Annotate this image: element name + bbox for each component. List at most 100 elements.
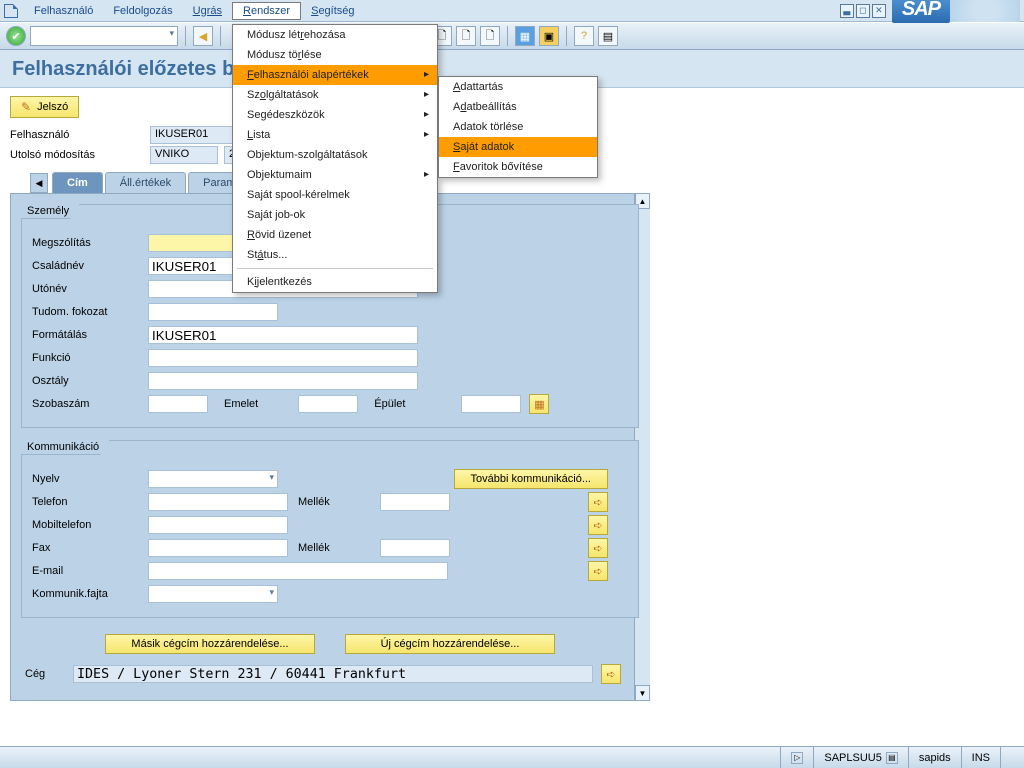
email-input[interactable]	[148, 562, 448, 580]
menu-logoff[interactable]: Kijelentkezés	[233, 272, 437, 292]
phone-ext-input[interactable]	[380, 493, 450, 511]
tb-overview-icon[interactable]: ▦	[515, 26, 535, 46]
group-person-title: Személy	[21, 204, 80, 219]
menu-user-defaults[interactable]: Felhasználói alapértékek	[233, 65, 437, 85]
password-button[interactable]: ✎ Jelszó	[10, 96, 79, 118]
tb-settings-icon[interactable]: ▤	[598, 26, 618, 46]
fax-next-button[interactable]: ➪	[588, 538, 608, 558]
menubar: Felhasználó Feldolgozás Ugrás Rendszer S…	[0, 0, 1024, 22]
function-label: Funkció	[32, 352, 148, 364]
menu-delete-session[interactable]: Módusz törlése	[233, 45, 437, 65]
fax-ext-label: Mellék	[298, 542, 330, 554]
menu-rendszer[interactable]: Rendszer	[232, 2, 301, 20]
room-label: Szobaszám	[32, 398, 148, 410]
mobile-input[interactable]	[148, 516, 288, 534]
assign-new-button[interactable]: Új cégcím hozzárendelése...	[345, 634, 555, 654]
department-label: Osztály	[32, 375, 148, 387]
help-icon[interactable]: ?	[574, 26, 594, 46]
triangle-icon: ▷	[791, 752, 803, 764]
command-field[interactable]	[30, 26, 178, 46]
building-input[interactable]	[461, 395, 521, 413]
status-resize-icon[interactable]	[1000, 747, 1016, 768]
company-next-button[interactable]: ➪	[601, 664, 621, 684]
system-menu-dropdown: Módusz létrehozása Módusz törlése Felhas…	[232, 24, 438, 293]
phone-input[interactable]	[148, 493, 288, 511]
menu-felhasznalo[interactable]: Felhasználó	[24, 3, 103, 19]
decor-ripple	[950, 0, 1020, 22]
phone-ext-label: Mellék	[298, 496, 330, 508]
phone-label: Telefon	[32, 496, 148, 508]
statusbar: ▷ SAPLSUU5▤ sapids INS	[0, 746, 1024, 768]
menu-ugras[interactable]: Ugrás	[183, 3, 232, 19]
window-menu-icon[interactable]	[4, 4, 18, 18]
firstname-label: Utónév	[32, 283, 148, 295]
submenu-own-data[interactable]: Saját adatok	[439, 137, 597, 157]
fax-label: Fax	[32, 542, 148, 554]
pencil-icon: ✎	[21, 100, 31, 114]
menu-object-services[interactable]: Objektum-szolgáltatások	[233, 145, 437, 165]
lang-label: Nyelv	[32, 473, 148, 485]
lastmod-value: VNIKO	[150, 146, 218, 164]
status-mode: INS	[961, 747, 1000, 768]
more-comm-button[interactable]: További kommunikáció...	[454, 469, 608, 489]
menu-utilities[interactable]: Segédeszközök	[233, 105, 437, 125]
tb-icon-2[interactable]: 🗋	[456, 26, 476, 46]
status-program: SAPLSUU5▤	[813, 747, 907, 768]
degree-input[interactable]	[148, 303, 278, 321]
submenu-expand-favorites[interactable]: Favoritok bővítése	[439, 157, 597, 177]
submenu-delete-data[interactable]: Adatok törlése	[439, 117, 597, 137]
room-input[interactable]	[148, 395, 208, 413]
maximize-icon[interactable]: ◻	[856, 4, 870, 18]
mobile-label: Mobiltelefon	[32, 519, 148, 531]
fax-ext-input[interactable]	[380, 539, 450, 557]
commtype-label: Kommunik.fajta	[32, 588, 148, 600]
phone-next-button[interactable]: ➪	[588, 492, 608, 512]
mobile-next-button[interactable]: ➪	[588, 515, 608, 535]
close-icon[interactable]: ✕	[872, 4, 886, 18]
floor-input[interactable]	[298, 395, 358, 413]
function-input[interactable]	[148, 349, 418, 367]
lang-input[interactable]	[148, 470, 278, 488]
program-icon[interactable]: ▤	[886, 752, 898, 764]
degree-label: Tudom. fokozat	[32, 306, 148, 318]
salutation-label: Megszólítás	[32, 237, 148, 249]
status-nav[interactable]: ▷	[780, 747, 813, 768]
group-comm: Kommunikáció Nyelv További kommunikáció.…	[21, 440, 639, 618]
assign-other-button[interactable]: Másik cégcím hozzárendelése...	[105, 634, 315, 654]
menu-feldolgozas[interactable]: Feldolgozás	[103, 3, 182, 19]
format-label: Formátálás	[32, 329, 148, 341]
submenu-hold-data[interactable]: Adattartás	[439, 77, 597, 97]
department-input[interactable]	[148, 372, 418, 390]
menu-my-objects[interactable]: Objektumaim	[233, 165, 437, 185]
tb-icon-3[interactable]: 🗋	[480, 26, 500, 46]
submenu-set-data[interactable]: Adatbeállítás	[439, 97, 597, 117]
minimize-icon[interactable]: ▃	[840, 4, 854, 18]
building-detail-button[interactable]: ▦	[529, 394, 549, 414]
lastname-label: Családnév	[32, 260, 148, 272]
window-controls: ▃ ◻ ✕	[840, 4, 886, 18]
commtype-input[interactable]	[148, 585, 278, 603]
tab-allertekek[interactable]: Áll.értékek	[105, 172, 186, 193]
menu-segitseg[interactable]: Segítség	[301, 3, 364, 19]
tb-layout-icon[interactable]: ▣	[539, 26, 559, 46]
menu-create-session[interactable]: Módusz létrehozása	[233, 25, 437, 45]
main-toolbar: ✔ ◀ 🗋 🗋 🗋 ▦ ▣ ? ▤	[0, 22, 1024, 50]
menu-list[interactable]: Lista	[233, 125, 437, 145]
save-icon[interactable]: ◀	[193, 26, 213, 46]
menu-short-message[interactable]: Rövid üzenet	[233, 225, 437, 245]
floor-label: Emelet	[224, 398, 258, 410]
tab-scroll-left[interactable]: ◀	[30, 173, 48, 193]
enter-icon[interactable]: ✔	[6, 26, 26, 46]
menu-own-jobs[interactable]: Saját job-ok	[233, 205, 437, 225]
email-next-button[interactable]: ➪	[588, 561, 608, 581]
menu-own-spool[interactable]: Saját spool-kérelmek	[233, 185, 437, 205]
user-label: Felhasználó	[10, 129, 150, 141]
scroll-down-icon[interactable]: ▼	[635, 685, 650, 701]
user-defaults-submenu: Adattartás Adatbeállítás Adatok törlése …	[438, 76, 598, 178]
tab-cim[interactable]: Cím	[52, 172, 103, 193]
company-value	[73, 665, 593, 683]
menu-status[interactable]: Státus...	[233, 245, 437, 265]
format-input[interactable]	[148, 326, 418, 344]
menu-services[interactable]: Szolgáltatások	[233, 85, 437, 105]
fax-input[interactable]	[148, 539, 288, 557]
